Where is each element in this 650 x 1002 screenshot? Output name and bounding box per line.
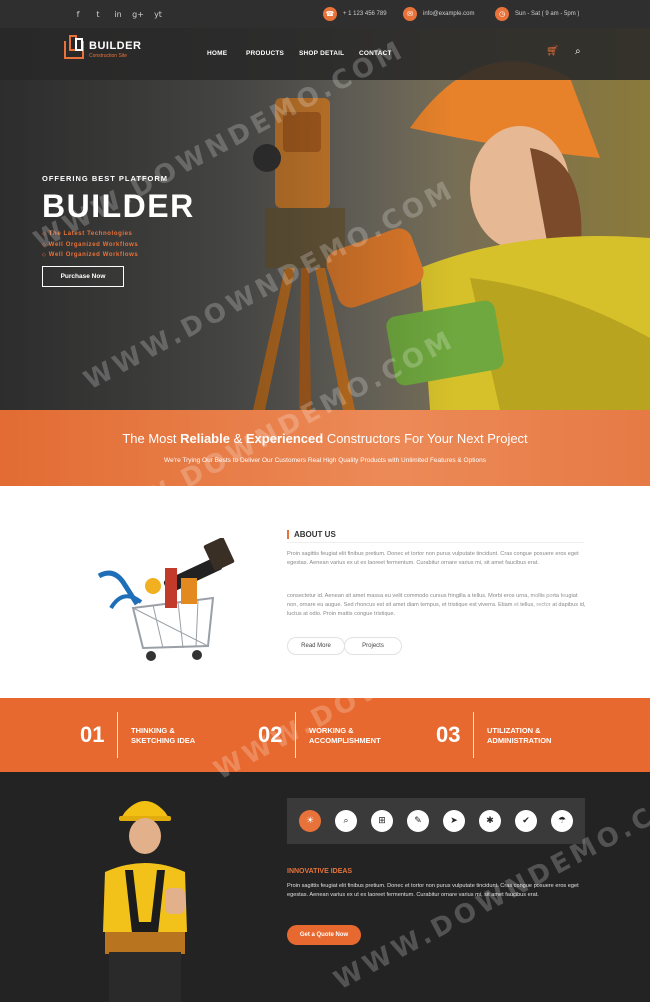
hero-section: OFFERING BEST PLATFORM BUILDER The Lates… (0, 28, 650, 410)
about-paragraph: consectetur id. Aenean sit amet massa eu… (287, 593, 586, 617)
logo-title: BUILDER (89, 40, 142, 52)
twitter-icon[interactable]: t (88, 10, 108, 19)
check-icon[interactable]: ✔ (515, 810, 537, 832)
get-quote-button[interactable]: Get a Quote Now (287, 925, 361, 945)
youtube-icon[interactable]: yt (148, 10, 168, 19)
innovative-title: INNOVATIVE IDEAS (287, 868, 353, 875)
process-steps: 01 THINKING & SKETCHING IDEA 02 WORKING &… (0, 698, 650, 772)
step-number: 01 (80, 722, 105, 747)
tool-cart-image (97, 538, 235, 661)
opening-hours: Sun - Sat ( 9 am - 5pm ) (515, 11, 580, 17)
divider (287, 542, 584, 543)
rocket-icon[interactable]: ➤ (443, 810, 465, 832)
bug-icon[interactable]: ✱ (479, 810, 501, 832)
about-section: ABOUT US Proin sagittis feugiat elit fin… (0, 486, 650, 698)
envelope-icon: ✉ (403, 7, 417, 21)
feature-icon-bar: ☀ ⌕ ⊞ ✎ ➤ ✱ ✔ ☂ (287, 798, 585, 844)
step-label: THINKING & SKETCHING IDEA (131, 726, 196, 745)
hours-contact: ◷ Sun - Sat ( 9 am - 5pm ) (495, 0, 579, 28)
about-paragraph: Proin sagittis feugiat elit finibus pret… (287, 551, 579, 566)
step-number: 03 (436, 722, 461, 747)
building-logo-icon (64, 34, 84, 59)
site-header: BUILDER Construction Site HOME PRODUCTS … (0, 28, 650, 80)
email-address[interactable]: info@example.com (423, 11, 474, 17)
top-bar: f t in g+ yt ☎ + 1 123 456 789 ✉ info@ex… (0, 0, 650, 28)
phone-contact: ☎ + 1 123 456 789 (323, 0, 387, 28)
logo-subtitle: Construction Site (89, 53, 128, 59)
innovation-section: ☀ ⌕ ⊞ ✎ ➤ ✱ ✔ ☂ INNOVATIVE IDEAS Proin s… (0, 772, 650, 1002)
cart-icon[interactable]: 🛒︎ (546, 46, 559, 57)
hero-feature: Well Organized Workflows (42, 240, 138, 251)
nav-contact[interactable]: CONTACT (359, 50, 399, 57)
main-nav: HOME PRODUCTS SHOP DETAIL CONTACT (207, 50, 399, 57)
phone-number: + 1 123 456 789 (343, 11, 387, 17)
projects-button[interactable]: Projects (344, 637, 402, 655)
hero-feature: Well Organized Workflows (42, 250, 138, 261)
linkedin-icon[interactable]: in (108, 10, 128, 19)
facebook-icon[interactable]: f (68, 10, 88, 19)
read-more-button[interactable]: Read More (287, 637, 345, 655)
umbrella-icon[interactable]: ☂ (551, 810, 573, 832)
hero-kicker: OFFERING BEST PLATFORM (42, 174, 169, 183)
purchase-now-button[interactable]: Purchase Now (42, 266, 124, 287)
nav-home[interactable]: HOME (207, 50, 246, 57)
clock-icon: ◷ (495, 7, 509, 21)
lightbulb-icon[interactable]: ☀ (299, 810, 321, 832)
hero-title: BUILDER (42, 188, 195, 224)
search-icon[interactable]: ⌕ (575, 46, 581, 57)
tagline-banner: The Most Reliable & Experienced Construc… (0, 410, 650, 486)
step-number: 02 (258, 722, 283, 747)
banner-heading: The Most Reliable & Experienced Construc… (122, 431, 528, 446)
sitemap-icon[interactable]: ⊞ (371, 810, 393, 832)
email-contact: ✉ info@example.com (403, 0, 474, 28)
about-title: ABOUT US (287, 530, 336, 539)
phone-icon: ☎ (323, 7, 337, 21)
hero-feature: The Latest Technologies (42, 229, 138, 240)
google-plus-icon[interactable]: g+ (128, 10, 148, 19)
step-label: WORKING & ACCOMPLISHMENT (309, 726, 381, 745)
logo[interactable]: BUILDER Construction Site (64, 34, 142, 59)
step-label: UTILIZATION & ADMINISTRATION (487, 726, 552, 745)
nav-shop-detail[interactable]: SHOP DETAIL (299, 50, 359, 57)
hero-feature-list: The Latest Technologies Well Organized W… (42, 229, 138, 261)
search-icon[interactable]: ⌕ (335, 810, 357, 832)
divider (473, 712, 474, 758)
divider (117, 712, 118, 758)
divider (295, 712, 296, 758)
innovative-text: Proin sagittis feugiat elit finibus pret… (287, 883, 579, 898)
construction-worker-illustration (103, 801, 187, 1002)
wrench-icon[interactable]: ✎ (407, 810, 429, 832)
social-links: f t in g+ yt (68, 10, 168, 19)
banner-subheading: We're Trying Our Bests to Deliver Our Cu… (164, 457, 486, 464)
nav-products[interactable]: PRODUCTS (246, 50, 299, 57)
